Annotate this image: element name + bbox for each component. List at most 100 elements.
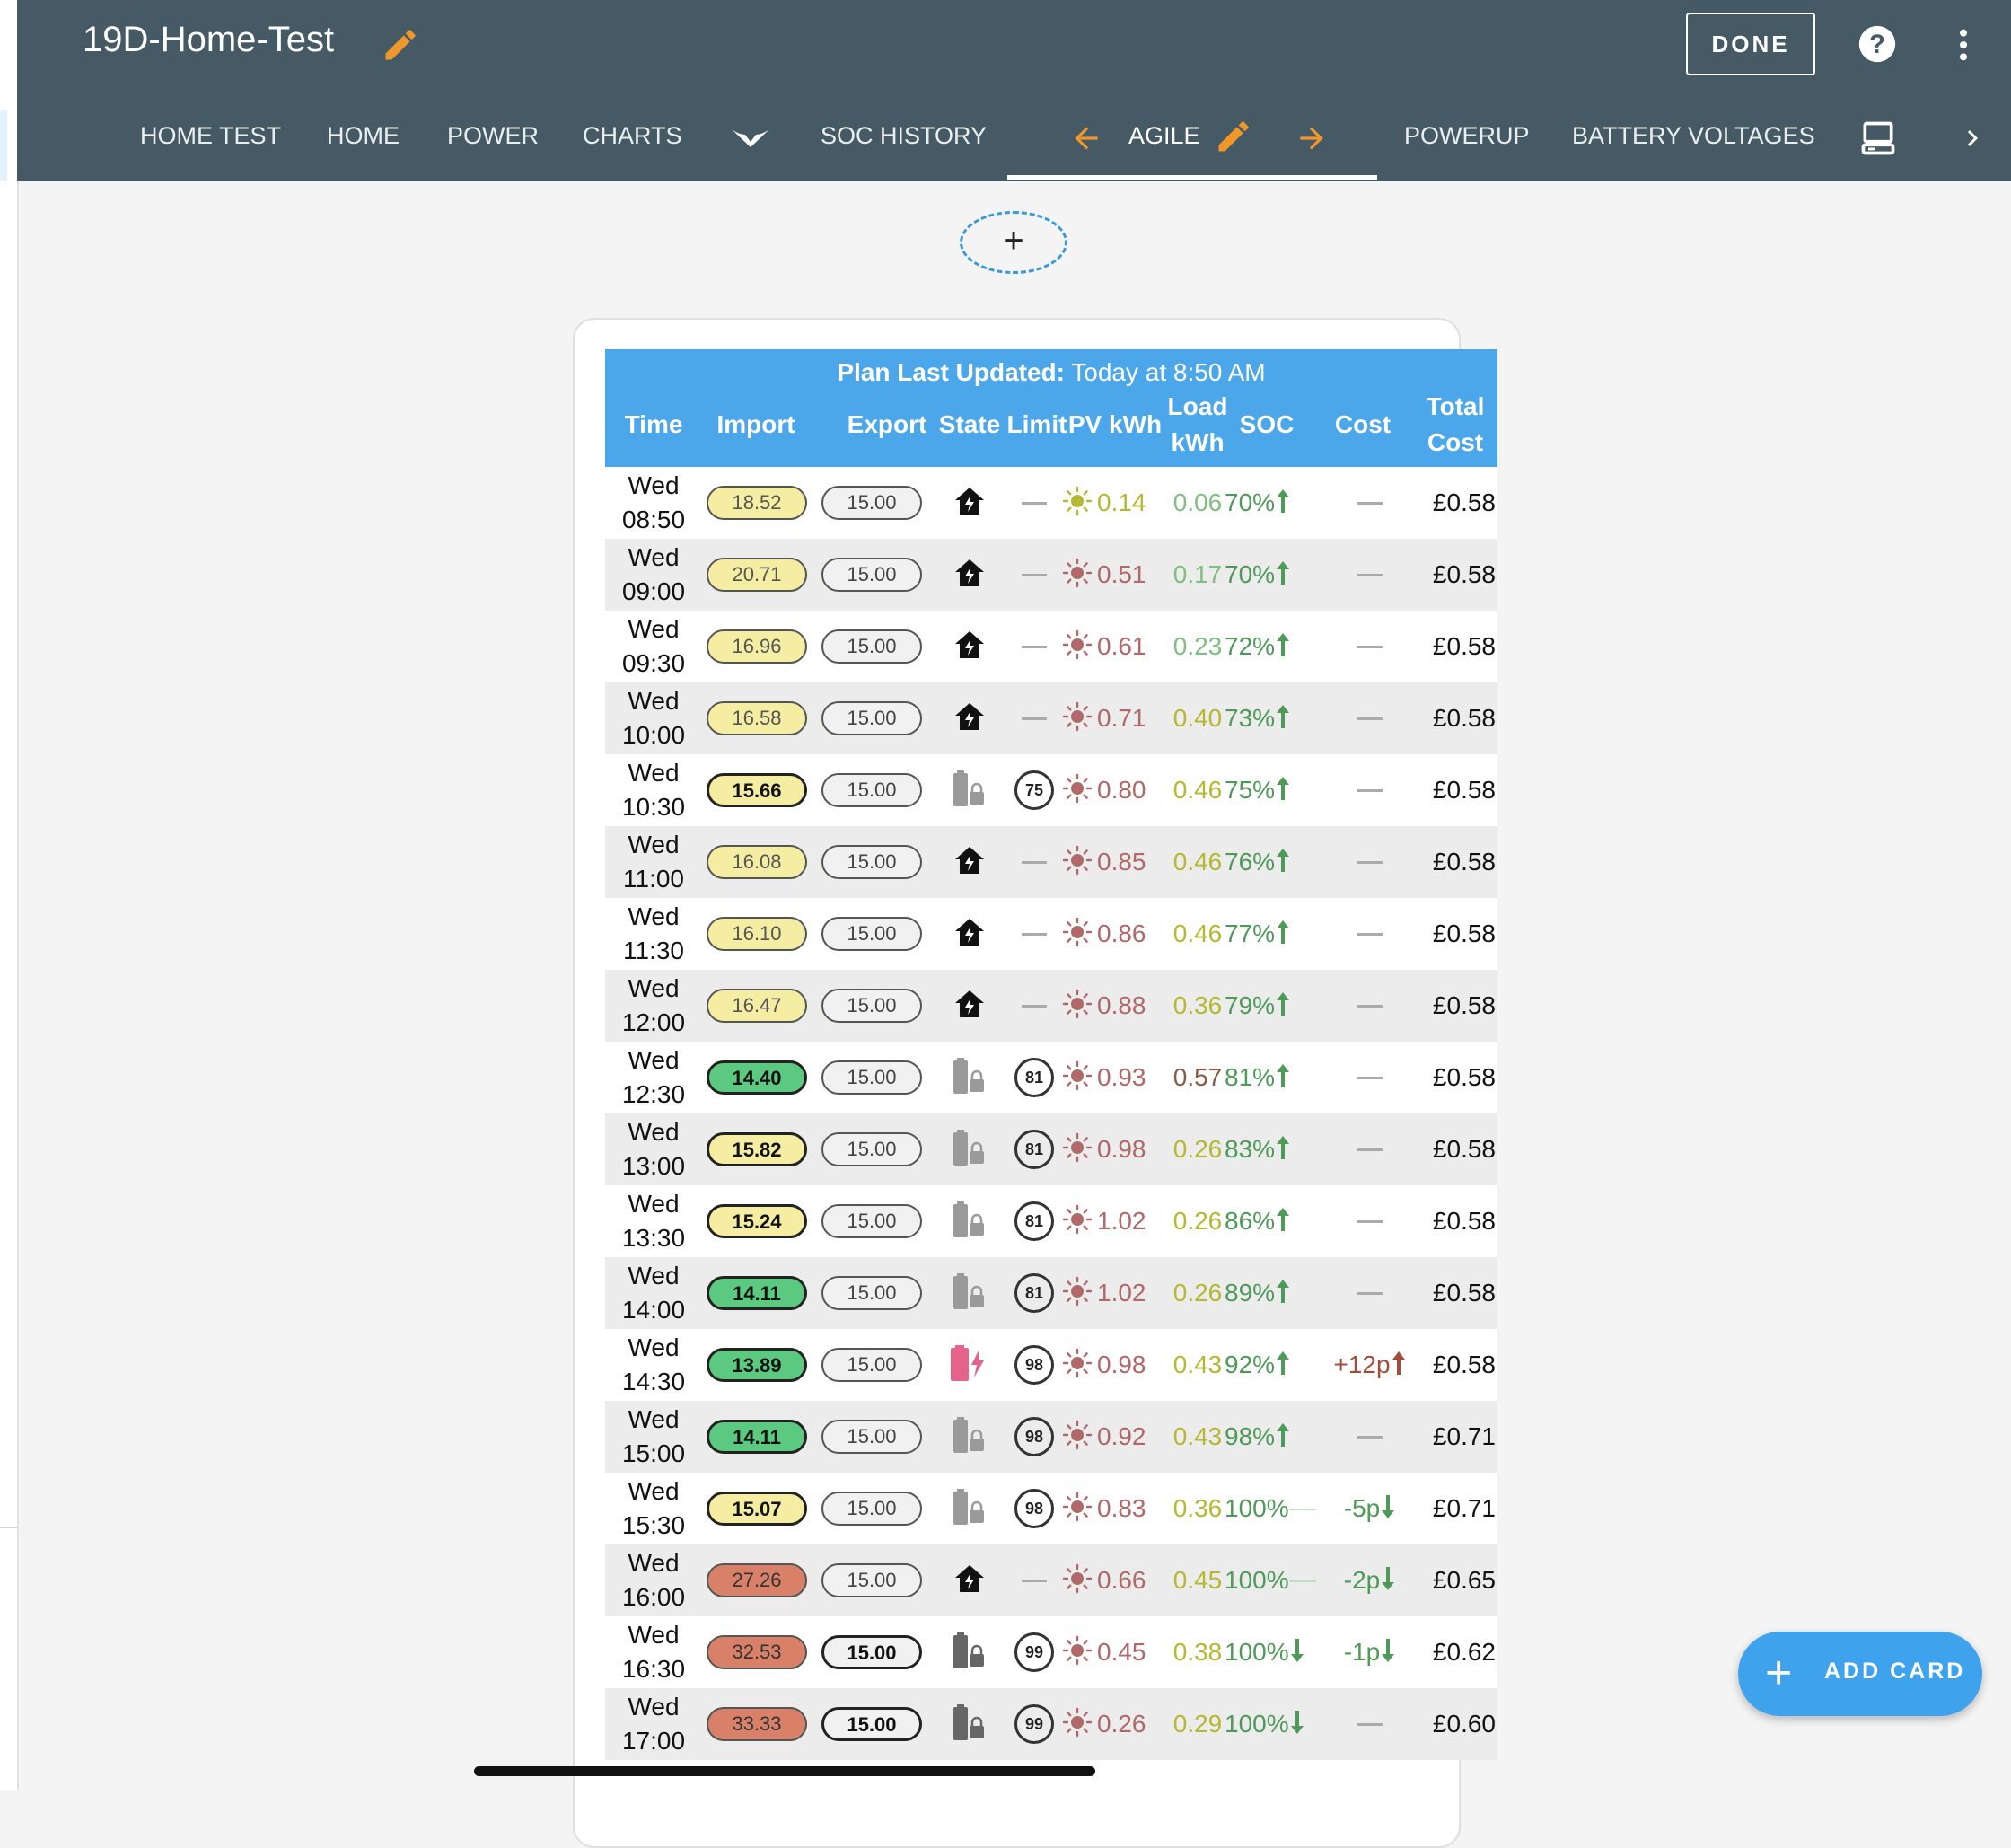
next-view-arrow-icon[interactable] <box>1293 121 1330 155</box>
pv-sun-icon <box>1061 1060 1093 1096</box>
soc-up-arrow-icon <box>1275 1421 1291 1453</box>
export-rate-pill: 15.00 <box>821 1420 922 1454</box>
plan-row: Wed 14:00 14.11 15.00 81 1.02 0.26 89% £0.58 <box>605 1257 1497 1329</box>
edit-title-pencil-icon[interactable] <box>381 25 420 65</box>
total-cost-cell: £0.71 <box>1417 1401 1496 1473</box>
plan-row: Wed 11:00 16.08 15.00 0.85 0.46 76% £0.58 <box>605 826 1497 898</box>
cost-empty-dash <box>1357 1004 1383 1008</box>
help-icon[interactable]: ? <box>1857 24 1897 64</box>
import-cell: 18.52 <box>706 467 808 539</box>
soc-cell: 81% <box>1219 1042 1329 1113</box>
pv-cell: 0.26 <box>1061 1688 1169 1760</box>
export-rate-pill: 15.00 <box>821 845 922 879</box>
tab-battery-voltages[interactable]: BATTERY VOLTAGES <box>1572 122 1815 150</box>
previous-view-arrow-icon[interactable] <box>1067 121 1105 155</box>
pv-cell: 0.45 <box>1061 1616 1169 1688</box>
plan-row: Wed 13:00 15.82 15.00 81 0.98 0.26 83% £0.58 <box>605 1113 1497 1185</box>
limit-badge: 98 <box>1014 1489 1054 1528</box>
import-rate-pill: 27.26 <box>707 1563 807 1597</box>
total-cost-value: £0.58 <box>1432 776 1496 804</box>
sidebar-divider <box>0 1527 17 1528</box>
limit-badge: 98 <box>1014 1417 1054 1456</box>
plan-row: Wed 15:00 14.11 15.00 98 0.92 0.43 98% £0.71 <box>605 1401 1497 1473</box>
scroll-tabs-right-chevron-icon[interactable] <box>1956 122 1989 154</box>
soc-cell: 72% <box>1219 611 1329 682</box>
add-badge-button[interactable]: + <box>960 211 1067 274</box>
state-cell <box>937 1616 1002 1688</box>
plan-row: Wed 09:00 20.71 15.00 0.51 0.17 70% £0.58 <box>605 539 1497 611</box>
soc-cell: 100% <box>1219 1544 1329 1616</box>
pv-cell: 0.14 <box>1061 467 1169 539</box>
tab-power[interactable]: POWER <box>447 122 539 150</box>
time-clock: 14:00 <box>621 1296 686 1324</box>
import-cell: 15.82 <box>706 1113 808 1185</box>
load-value: 0.40 <box>1172 704 1223 732</box>
time-day: Wed <box>628 974 680 1002</box>
state-cell <box>937 1688 1002 1760</box>
more-vert-icon[interactable] <box>1947 27 1980 63</box>
time-cell: Wed 08:50 <box>607 467 700 539</box>
import-cell: 15.24 <box>706 1185 808 1257</box>
tab-home[interactable]: HOME <box>327 122 400 150</box>
plan-row: Wed 13:30 15.24 15.00 81 1.02 0.26 86% £0.58 <box>605 1185 1497 1257</box>
import-cell: 27.26 <box>706 1544 808 1616</box>
import-rate-pill: 14.11 <box>707 1420 807 1454</box>
limit-empty-dash <box>1022 717 1047 720</box>
import-rate-pill: 15.82 <box>707 1132 807 1166</box>
pv-cell: 0.93 <box>1061 1042 1169 1113</box>
add-card-button[interactable]: + ADD CARD <box>1738 1632 1982 1716</box>
import-cell: 13.89 <box>706 1329 808 1401</box>
plan-row: Wed 17:00 33.33 15.00 99 0.26 0.29 100% £0.60 <box>605 1688 1497 1760</box>
time-clock: 09:00 <box>621 577 686 605</box>
plan-updated-line: Plan Last Updated: Today at 8:50 AM <box>605 358 1497 387</box>
total-cost-cell: £0.58 <box>1417 1113 1496 1185</box>
total-cost-value: £0.58 <box>1432 1351 1496 1378</box>
export-cell: 15.00 <box>818 1473 926 1544</box>
plan-table-header: Plan Last Updated: Today at 8:50 AM Time… <box>605 349 1497 467</box>
tab-agile[interactable]: AGILE <box>1128 122 1200 150</box>
limit-empty-dash <box>1022 1579 1047 1582</box>
tab-home-test[interactable]: HOME TEST <box>140 122 281 150</box>
pv-value: 0.14 <box>1097 488 1146 516</box>
soc-cell: 100% <box>1219 1616 1329 1688</box>
done-button[interactable]: DONE <box>1686 13 1815 75</box>
time-clock: 09:30 <box>621 649 686 677</box>
tab-charts[interactable]: CHARTS <box>583 122 682 150</box>
col-header-state: State <box>938 410 1001 438</box>
total-cost-value: £0.58 <box>1432 1207 1496 1235</box>
tab-soc-history[interactable]: SOC HISTORY <box>821 122 987 150</box>
import-rate-pill: 16.47 <box>707 989 807 1023</box>
time-cell: Wed 14:30 <box>607 1329 700 1401</box>
export-cell: 15.00 <box>818 1616 926 1688</box>
soc-cell: 70% <box>1219 467 1329 539</box>
left-sidebar-edge <box>0 0 19 1790</box>
app-header: 19D-Home-Test DONE ? HOME TEST HOME POWE… <box>17 0 2011 181</box>
load-value: 0.57 <box>1172 1063 1223 1091</box>
add-icon: + <box>1765 1647 1793 1699</box>
export-rate-pill: 15.00 <box>821 1276 922 1310</box>
time-cell: Wed 11:30 <box>607 898 700 970</box>
edit-view-pencil-icon[interactable] <box>1214 117 1253 156</box>
export-rate-pill: 15.00 <box>821 629 922 664</box>
state-battery-lock-icon <box>952 769 988 813</box>
total-cost-value: £0.58 <box>1432 1135 1496 1163</box>
tab-computer-icon[interactable] <box>1857 119 1899 158</box>
export-rate-pill: 15.00 <box>821 1204 922 1238</box>
total-cost-value: £0.71 <box>1432 1422 1496 1450</box>
cost-empty-dash <box>1357 1722 1383 1726</box>
soc-value: 100% <box>1225 1638 1289 1666</box>
total-cost-value: £0.58 <box>1432 488 1496 516</box>
state-cell <box>937 754 1002 826</box>
tab-wings-icon[interactable] <box>730 126 771 151</box>
limit-empty-dash <box>1022 1004 1047 1008</box>
plan-row: Wed 09:30 16.96 15.00 0.61 0.23 72% £0.58 <box>605 611 1497 682</box>
tab-powerup[interactable]: POWERUP <box>1404 122 1530 150</box>
state-battery-lock-icon <box>952 1415 988 1459</box>
state-battery-lock-icon <box>952 1703 988 1747</box>
import-cell: 16.08 <box>706 826 808 898</box>
plan-row: Wed 10:30 15.66 15.00 75 0.80 0.46 75% £0.58 <box>605 754 1497 826</box>
cost-empty-dash <box>1357 1148 1383 1151</box>
soc-cell: 83% <box>1219 1113 1329 1185</box>
total-cost-cell: £0.58 <box>1417 754 1496 826</box>
home-indicator-bar <box>474 1766 1095 1776</box>
